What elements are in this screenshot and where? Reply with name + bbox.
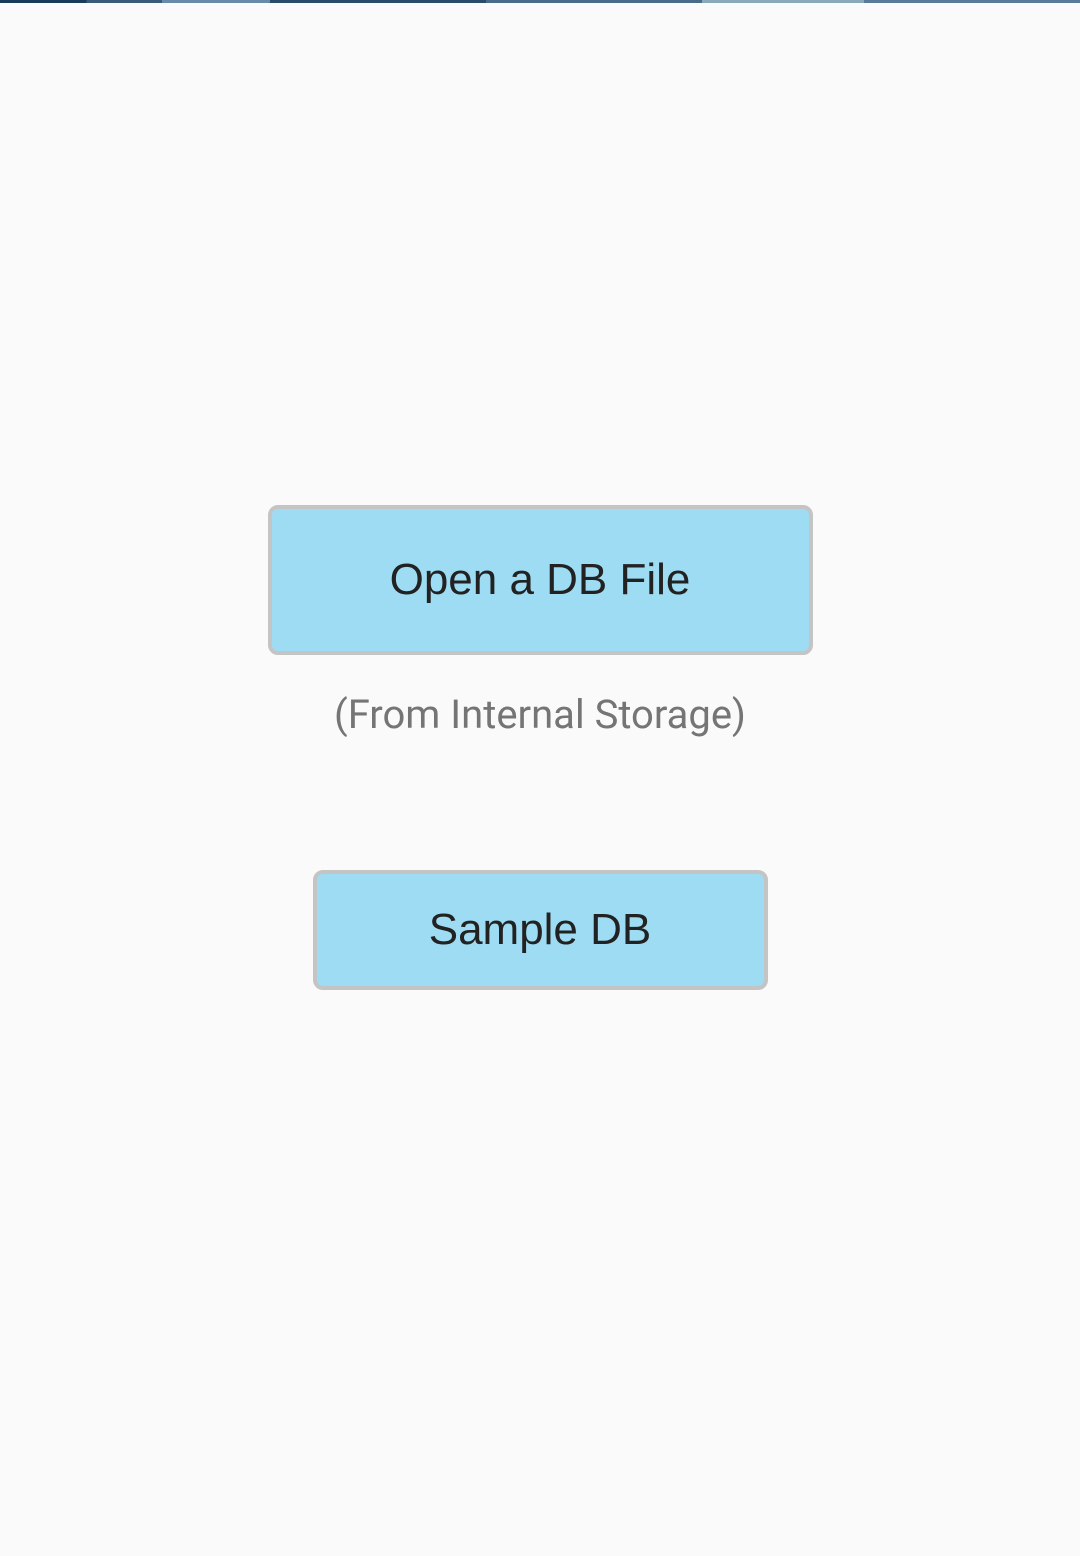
main-content: Open a DB File (From Internal Storage) S…: [0, 0, 1080, 990]
open-db-file-button[interactable]: Open a DB File: [268, 505, 813, 655]
top-edge-decoration: [0, 0, 1080, 3]
storage-source-label: (From Internal Storage): [334, 691, 746, 738]
sample-db-button[interactable]: Sample DB: [313, 870, 768, 990]
